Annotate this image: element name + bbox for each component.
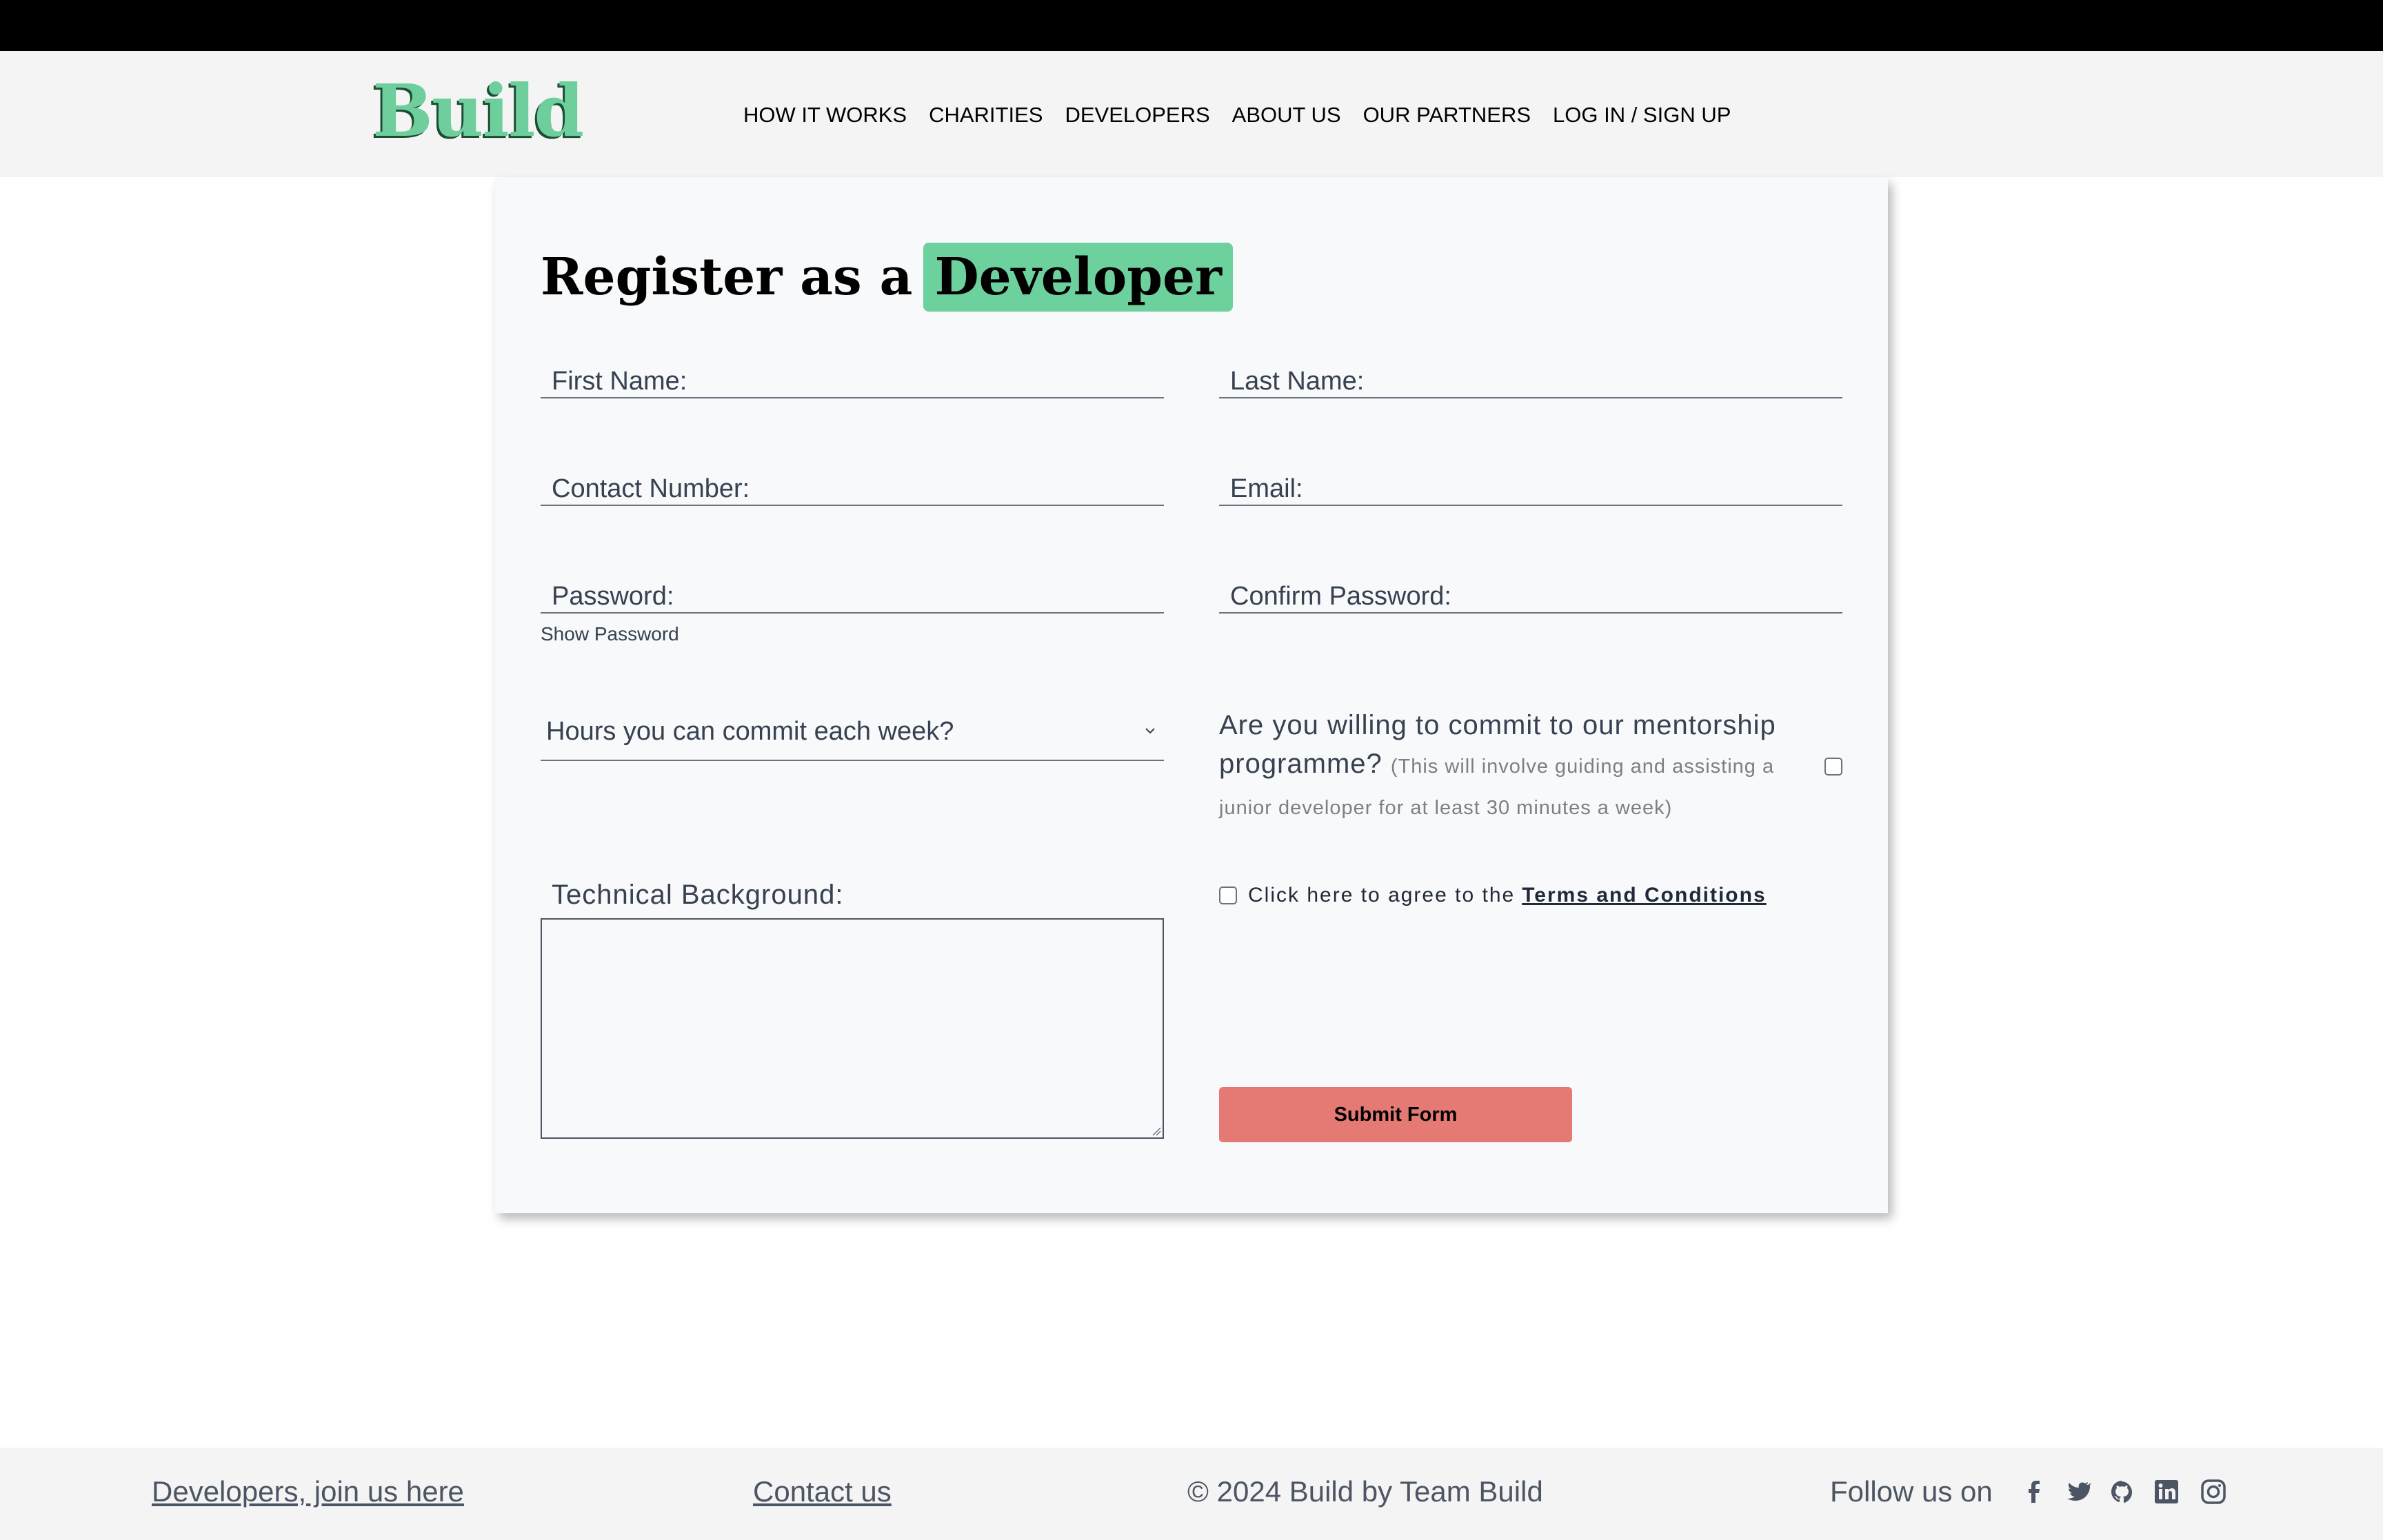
first-name-input[interactable] <box>541 346 1164 397</box>
footer-follow-label: Follow us on <box>1830 1475 1993 1508</box>
title-prefix: Register as a <box>541 247 913 307</box>
nav-charities[interactable]: CHARITIES <box>929 101 1043 130</box>
last-name-field-wrapper <box>1219 346 1842 398</box>
github-icon[interactable] <box>2109 1478 2136 1506</box>
password-field-wrapper <box>541 561 1164 614</box>
terms-checkbox[interactable] <box>1219 886 1237 904</box>
terms-label: Click here to agree to the <box>1248 884 1516 906</box>
mentorship-checkbox[interactable] <box>1824 758 1842 776</box>
linkedin-icon[interactable] <box>2153 1478 2180 1506</box>
nav-our-partners[interactable]: OUR PARTNERS <box>1363 101 1531 130</box>
email-field-wrapper <box>1219 454 1842 506</box>
resize-grip-icon[interactable] <box>1150 1125 1161 1136</box>
footer-join-link[interactable]: Developers, join us here <box>152 1475 464 1508</box>
last-name-input[interactable] <box>1219 346 1842 397</box>
confirm-password-input[interactable] <box>1219 561 1842 612</box>
show-password-toggle[interactable]: Show Password <box>541 623 679 645</box>
technical-background-textarea[interactable] <box>541 918 1164 1139</box>
main-nav: HOW IT WORKS CHARITIES DEVELOPERS ABOUT … <box>743 101 1731 130</box>
nav-developers[interactable]: DEVELOPERS <box>1065 101 1209 130</box>
footer-contact-link[interactable]: Contact us <box>753 1475 892 1508</box>
page-title: Register as a Developer <box>541 243 1234 312</box>
technical-background-label: Technical Background: <box>552 880 844 910</box>
nav-login-signup[interactable]: LOG IN / SIGN UP <box>1553 101 1731 130</box>
terms-link[interactable]: Terms and Conditions <box>1522 884 1766 907</box>
twitter-icon[interactable] <box>2064 1478 2092 1506</box>
nav-about-us[interactable]: ABOUT US <box>1232 101 1341 130</box>
chevron-down-icon <box>1145 728 1155 734</box>
instagram-icon[interactable] <box>2200 1478 2227 1506</box>
facebook-icon[interactable] <box>2020 1478 2048 1506</box>
hours-select-value: Hours you can commit each week? <box>546 717 954 746</box>
first-name-field-wrapper <box>541 346 1164 398</box>
footer-copyright: © 2024 Build by Team Build <box>1187 1475 1543 1508</box>
contact-number-input[interactable] <box>541 454 1164 505</box>
password-input[interactable] <box>541 561 1164 612</box>
nav-how-it-works[interactable]: HOW IT WORKS <box>743 101 907 130</box>
terms-row: Click here to agree to the Terms and Con… <box>1219 884 1767 907</box>
contact-number-field-wrapper <box>541 454 1164 506</box>
submit-form-button[interactable]: Submit Form <box>1219 1087 1572 1142</box>
browser-top-bar <box>0 0 2383 51</box>
email-input[interactable] <box>1219 454 1842 505</box>
confirm-password-field-wrapper <box>1219 561 1842 614</box>
hours-select[interactable]: Hours you can commit each week? <box>541 703 1164 761</box>
mentorship-question: Are you willing to commit to our mentors… <box>1219 706 1826 827</box>
site-logo[interactable]: Build <box>372 73 584 149</box>
title-highlight: Developer <box>923 243 1234 312</box>
